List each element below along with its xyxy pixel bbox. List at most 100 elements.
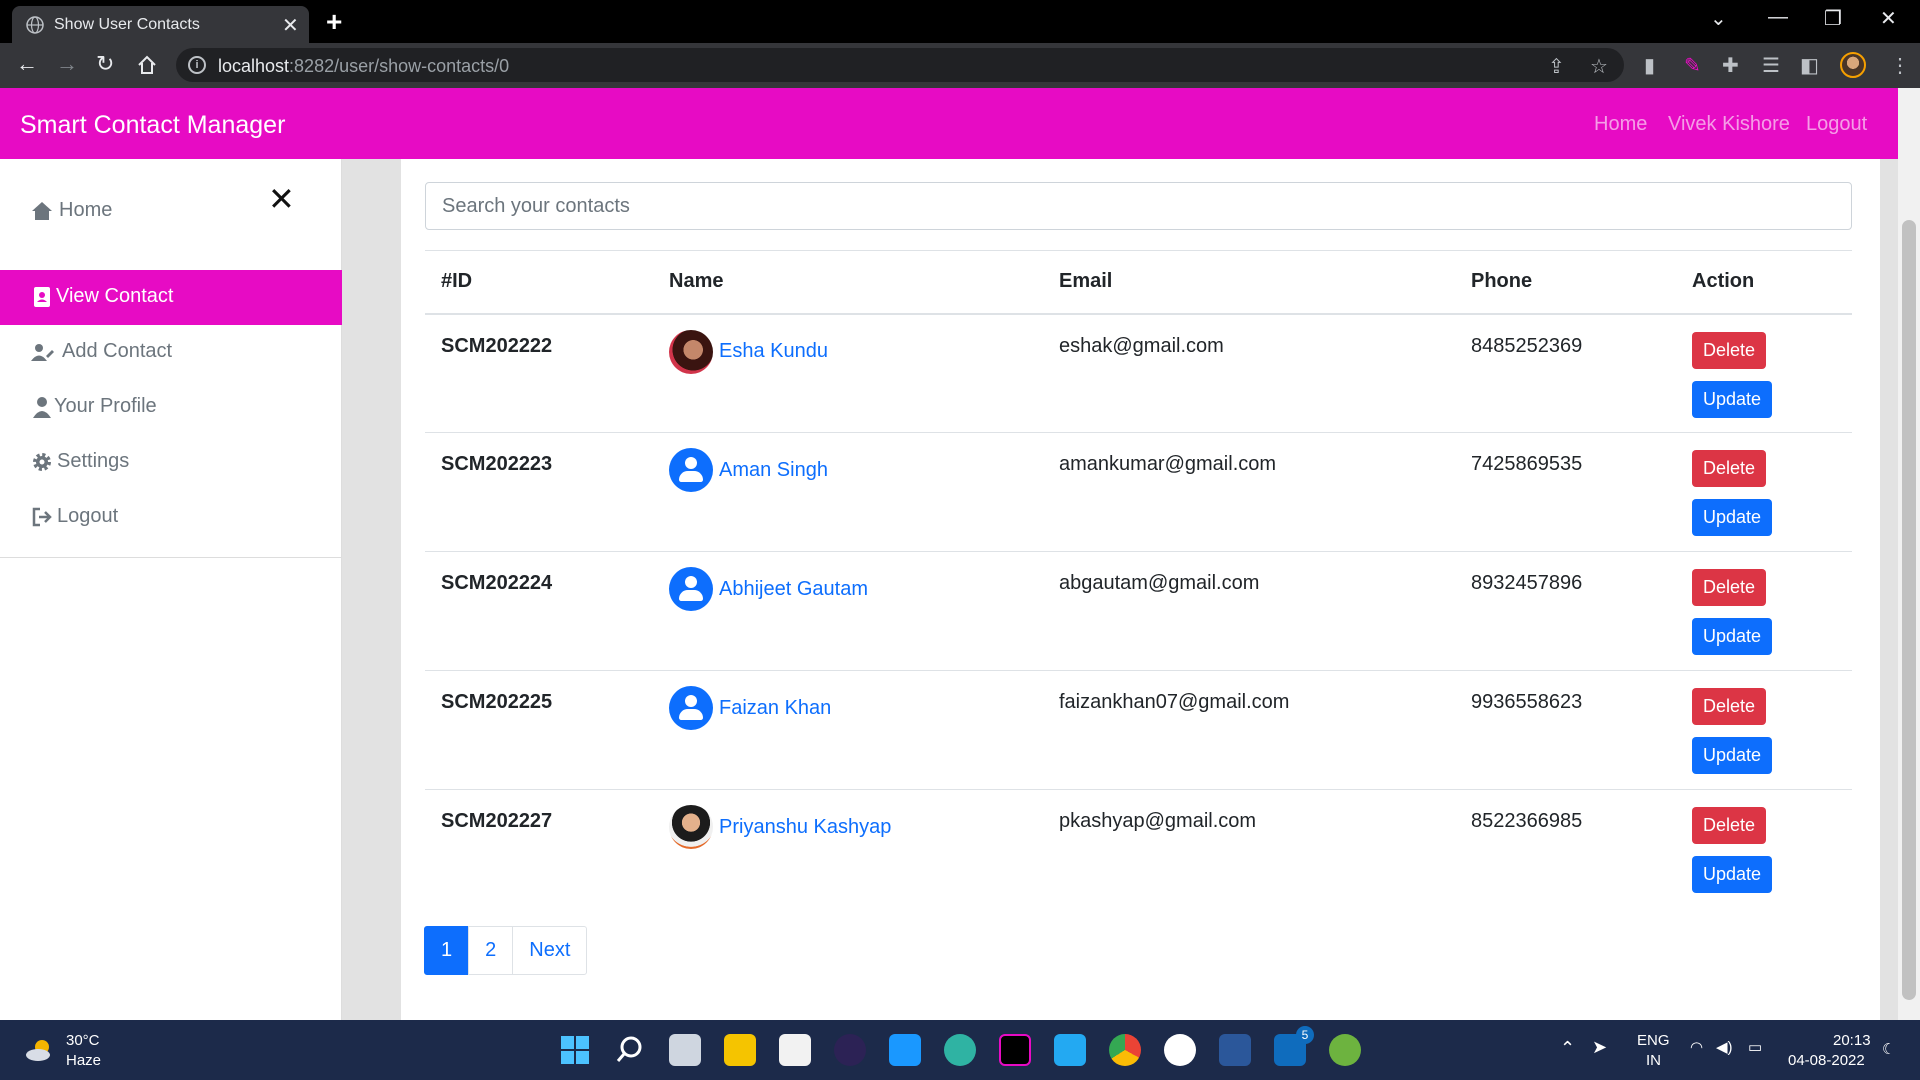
contact-email: faizankhan07@gmail.com (1043, 670, 1455, 790)
update-button[interactable]: Update (1692, 499, 1773, 536)
contact-phone: 8522366985 (1471, 810, 1583, 832)
obs-icon[interactable] (1164, 1034, 1196, 1066)
tab-search-icon[interactable]: ⌄ (1710, 6, 1727, 31)
menu-kebab-icon[interactable]: ⋮ (1890, 53, 1910, 78)
table-header-row: #ID Name Email Phone Action (425, 250, 1852, 315)
brand-title[interactable]: Smart Contact Manager (20, 111, 285, 140)
update-button[interactable]: Update (1692, 380, 1773, 418)
nav-home-link[interactable]: Home (1594, 113, 1647, 136)
contact-name-link[interactable]: Aman Singh (719, 459, 828, 482)
column-header-action: Action (1676, 250, 1852, 315)
show-hidden-icons-icon[interactable]: ⌃ (1560, 1038, 1575, 1059)
search-input[interactable] (425, 182, 1852, 230)
eclipse-icon[interactable] (834, 1034, 866, 1066)
contact-email: amankumar@gmail.com (1043, 432, 1455, 552)
spring-tool-icon[interactable] (1329, 1034, 1361, 1066)
tab-close-icon[interactable]: ✕ (282, 13, 299, 38)
new-tab-button[interactable]: + (326, 6, 342, 38)
contact-name-link[interactable]: Priyanshu Kashyap (719, 816, 891, 839)
delete-button[interactable]: Delete (1692, 569, 1767, 606)
table-row: SCM202227 Priyanshu Kashyap pkashyap@gma… (425, 790, 1852, 909)
sidebar-item-your-profile[interactable]: Your Profile (0, 380, 342, 435)
weather-haze-icon[interactable] (24, 1034, 56, 1066)
delete-button[interactable]: Delete (1692, 807, 1767, 844)
sidebar-item-logout[interactable]: Logout (0, 490, 342, 545)
default-user-avatar-icon (669, 448, 713, 492)
sidebar-item-home[interactable]: Home (0, 184, 342, 239)
contacts-table: #ID Name Email Phone Action SCM202222 Es… (425, 250, 1852, 909)
extension-pen-icon[interactable]: ✎ (1684, 53, 1701, 78)
vscode-icon[interactable] (1054, 1034, 1086, 1066)
share-icon[interactable]: ⇪ (1548, 54, 1565, 79)
weather-description: Haze (66, 1052, 102, 1069)
contact-name-cell: Faizan Khan (653, 670, 1043, 790)
edge-icon[interactable] (944, 1034, 976, 1066)
restore-icon[interactable]: ❐ (1824, 6, 1842, 31)
location-icon[interactable]: ➤ (1592, 1037, 1607, 1058)
sidebar-item-view-contact[interactable]: View Contact (0, 270, 342, 325)
contact-name-cell: Aman Singh (653, 432, 1043, 552)
update-button[interactable]: Update (1692, 737, 1773, 774)
sidebar-item-label: Settings (57, 450, 130, 472)
column-header-name: Name (653, 250, 1043, 315)
sidebar-item-add-contact[interactable]: Add Contact (0, 325, 342, 380)
forward-icon[interactable]: → (56, 51, 78, 77)
sidebar-item-label: Logout (57, 505, 119, 527)
file-explorer-icon[interactable] (724, 1034, 756, 1066)
sidebar-item-settings[interactable]: Settings (0, 435, 342, 490)
contact-name-link[interactable]: Esha Kundu (719, 340, 828, 363)
volume-icon[interactable]: ◀) (1716, 1038, 1733, 1056)
word-icon[interactable] (1219, 1034, 1251, 1066)
contact-name-cell: Priyanshu Kashyap (653, 790, 1043, 909)
reload-icon[interactable]: ↻ (96, 51, 114, 77)
profile-avatar-icon[interactable] (1840, 52, 1866, 78)
search-icon[interactable] (614, 1034, 646, 1066)
bookmark-star-icon[interactable]: ☆ (1590, 54, 1608, 79)
home-browser-icon[interactable] (136, 54, 158, 76)
contact-actions: Delete Update (1676, 670, 1852, 790)
globe-icon (26, 16, 44, 34)
windows-start-icon[interactable] (559, 1034, 591, 1066)
contact-card-icon (34, 287, 50, 307)
clock-time[interactable]: 20:13 (1833, 1032, 1871, 1049)
notifications-icon[interactable]: ☾ (1882, 1040, 1895, 1058)
nav-logout-link[interactable]: Logout (1806, 113, 1867, 136)
update-button[interactable]: Update (1692, 856, 1773, 893)
contact-id: SCM202222 (425, 313, 653, 433)
next-page-button[interactable]: Next (512, 926, 588, 975)
prime-video-icon[interactable] (889, 1034, 921, 1066)
side-panel-icon[interactable]: ◧ (1800, 53, 1819, 78)
column-header-phone: Phone (1455, 250, 1676, 315)
browser-toolbar: ← → ↻ i localhost:8282/user/show-contact… (0, 43, 1920, 88)
update-button[interactable]: Update (1692, 618, 1773, 655)
task-view-icon[interactable] (669, 1034, 701, 1066)
contact-phone: 9936558623 (1455, 670, 1676, 790)
address-bar[interactable]: i localhost:8282/user/show-contacts/0 ⇪ … (176, 48, 1624, 82)
delete-button[interactable]: Delete (1692, 450, 1767, 487)
microsoft-store-icon[interactable] (779, 1034, 811, 1066)
page-scrollbar-thumb[interactable] (1902, 220, 1916, 1000)
input-language[interactable]: ENG (1637, 1032, 1670, 1049)
intellij-icon[interactable] (999, 1034, 1031, 1066)
browser-tab[interactable]: Show User Contacts ✕ (12, 6, 309, 43)
page-2-button[interactable]: 2 (468, 926, 514, 975)
window-close-icon[interactable]: ✕ (1880, 6, 1897, 31)
minimize-icon[interactable]: — (1768, 6, 1788, 29)
site-info-icon[interactable]: i (188, 56, 206, 74)
clock-date[interactable]: 04-08-2022 (1788, 1052, 1865, 1069)
media-queue-icon[interactable]: ☰ (1762, 53, 1780, 78)
contact-actions: Delete Update (1676, 790, 1852, 909)
delete-button[interactable]: Delete (1692, 688, 1767, 725)
back-icon[interactable]: ← (16, 51, 38, 77)
battery-icon[interactable]: ▭ (1748, 1038, 1762, 1056)
page-1-button[interactable]: 1 (424, 926, 470, 975)
extension-icon[interactable]: ▮ (1644, 53, 1655, 78)
sidebar: ✕ Home View Contact Add Contact Your Pro… (0, 159, 342, 1020)
contact-name-link[interactable]: Faizan Khan (719, 697, 831, 720)
delete-button[interactable]: Delete (1692, 331, 1767, 369)
nav-user-link[interactable]: Vivek Kishore (1668, 113, 1790, 136)
wifi-icon[interactable]: ◠ (1690, 1038, 1703, 1056)
contact-name-link[interactable]: Abhijeet Gautam (719, 578, 868, 601)
puzzle-extensions-icon[interactable]: ✚ (1722, 53, 1739, 78)
chrome-icon[interactable] (1109, 1034, 1141, 1066)
